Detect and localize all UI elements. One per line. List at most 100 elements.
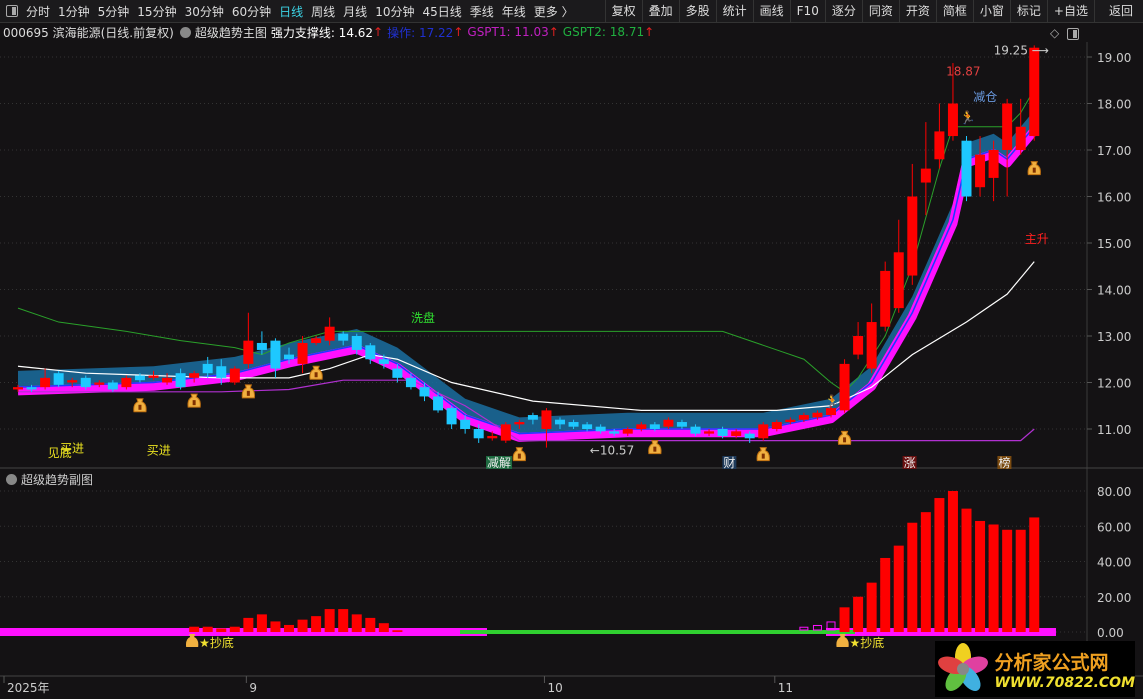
stock-title: 000695 滨海能源(日线.前复权) [3, 25, 174, 40]
sub-bar [338, 609, 349, 632]
sub-tick-label: 80.00 [1097, 485, 1131, 499]
candle-body [419, 387, 430, 397]
sub-bar [934, 498, 945, 632]
price-tick-label: 11.00 [1097, 423, 1131, 437]
toolbar-button[interactable]: F10 [789, 0, 825, 23]
panel-toggle-icon[interactable] [1067, 28, 1080, 40]
money-bag-mark [517, 453, 521, 459]
toolbar-button[interactable]: 简框 [935, 0, 973, 23]
toolbar-button[interactable]: 统计 [715, 0, 753, 23]
candle-body [229, 368, 240, 383]
signal-tag: 财 [722, 456, 737, 470]
op-value: 操作: 17.22 [387, 25, 454, 40]
toolbar-button[interactable]: 叠加 [641, 0, 679, 23]
panel-toggle-icon[interactable] [6, 5, 18, 17]
candle-body [622, 429, 633, 434]
period-tab[interactable]: 45日线 [418, 3, 465, 20]
toolbar-button[interactable]: 小窗 [972, 0, 1010, 23]
candle-body [798, 415, 809, 420]
money-bag-mark [314, 372, 318, 378]
candle-body [473, 429, 484, 439]
toolbar-button[interactable]: 逐分 [824, 0, 862, 23]
period-tab[interactable]: 季线 [466, 3, 498, 20]
candle-body [934, 131, 945, 160]
candle [961, 136, 972, 202]
candle-body [771, 422, 782, 429]
candle-body [839, 363, 850, 411]
sub-tick-label: 40.00 [1097, 556, 1131, 570]
watermark-brand: 分析家公式网 [994, 651, 1109, 674]
sub-chart-title[interactable]: 超级趋势副图 [21, 471, 93, 488]
candle-body [270, 340, 281, 369]
indicator-name[interactable]: 超级趋势主图 [195, 24, 267, 41]
candle-body [785, 419, 796, 423]
indicator-menu-icon[interactable] [179, 26, 191, 38]
price-tick-label: 18.00 [1097, 98, 1131, 112]
sub-bar [866, 582, 877, 632]
candle-body [582, 424, 593, 429]
candle-body [460, 419, 471, 429]
period-tab[interactable]: 周线 [307, 3, 339, 20]
bottom-signal-text: ★抄底 [850, 635, 885, 650]
sub-bar [284, 624, 294, 632]
period-tab[interactable]: 60分钟 [228, 3, 275, 20]
gspt2-value: GSPT2: 18.71 [562, 25, 645, 39]
sub-bar [988, 524, 999, 632]
candle-body [94, 382, 105, 385]
candle-body [514, 422, 525, 425]
toolbar-button[interactable]: 复权 [604, 0, 642, 23]
toolbar-button[interactable]: 返回 [1093, 0, 1143, 23]
toolbar-button[interactable]: 标记 [1009, 0, 1047, 23]
period-tab[interactable]: 1分钟 [54, 3, 94, 20]
sub-tick-label: 60.00 [1097, 520, 1131, 534]
toolbar-button[interactable]: 同资 [861, 0, 899, 23]
period-tab[interactable]: 5分钟 [94, 3, 134, 20]
candle-body [568, 422, 579, 427]
sub-bar [1029, 517, 1040, 632]
toolbar-button[interactable]: +自选 [1046, 0, 1094, 23]
sub-bar [893, 545, 904, 632]
period-tab[interactable]: 年线 [498, 3, 530, 20]
period-tab[interactable]: 日线 [275, 3, 307, 20]
candle-body [636, 424, 647, 429]
toolbar-button[interactable]: 开资 [898, 0, 936, 23]
candle-body [487, 435, 498, 439]
sub-bar [920, 512, 931, 632]
sub-bar [839, 607, 850, 632]
candle-body [297, 342, 308, 364]
candle-body [676, 422, 687, 427]
candle-body [947, 103, 958, 137]
tag-text: 涨 [904, 455, 916, 470]
indicator-menu-icon[interactable] [6, 474, 17, 485]
candle-body [134, 375, 145, 381]
period-tab[interactable]: 30分钟 [181, 3, 228, 20]
sub-bar [907, 522, 918, 632]
diamond-icon[interactable]: ◇ [1050, 26, 1059, 40]
sub-bar [189, 626, 200, 632]
sub-bar [975, 520, 986, 632]
running-man-icon: 🏃 [960, 110, 976, 126]
candle-body [189, 373, 200, 378]
tag-text: 减解 [487, 456, 511, 470]
up-arrow-icon: ↑ [373, 25, 384, 39]
period-tab[interactable]: 更多 〉 [530, 3, 578, 20]
candle-body [256, 342, 267, 350]
period-tab[interactable]: 15分钟 [133, 3, 180, 20]
candle-body [378, 359, 389, 364]
support-value: 强力支撑线: 14.62 [270, 25, 374, 40]
candle-body [717, 429, 728, 436]
period-tab[interactable]: 分时 [22, 3, 54, 20]
chart-canvas[interactable]: 11.00 12.00 13.00 14.00 15.00 16.00 17.00 18.00… [0, 0, 1143, 699]
candle-body [162, 377, 173, 383]
toolbar-button[interactable]: 画线 [752, 0, 790, 23]
sub-bar [229, 626, 240, 632]
chart-annotation: 主升 [1025, 232, 1049, 246]
candle [758, 422, 769, 441]
sub-bar [853, 596, 864, 632]
sub-chart-header: 超级趋势副图 [4, 471, 93, 488]
candle-body [80, 377, 91, 388]
period-tab[interactable]: 月线 [339, 3, 371, 20]
period-tab[interactable]: 10分钟 [371, 3, 418, 20]
candle-body [880, 270, 891, 327]
toolbar-button[interactable]: 多股 [678, 0, 716, 23]
